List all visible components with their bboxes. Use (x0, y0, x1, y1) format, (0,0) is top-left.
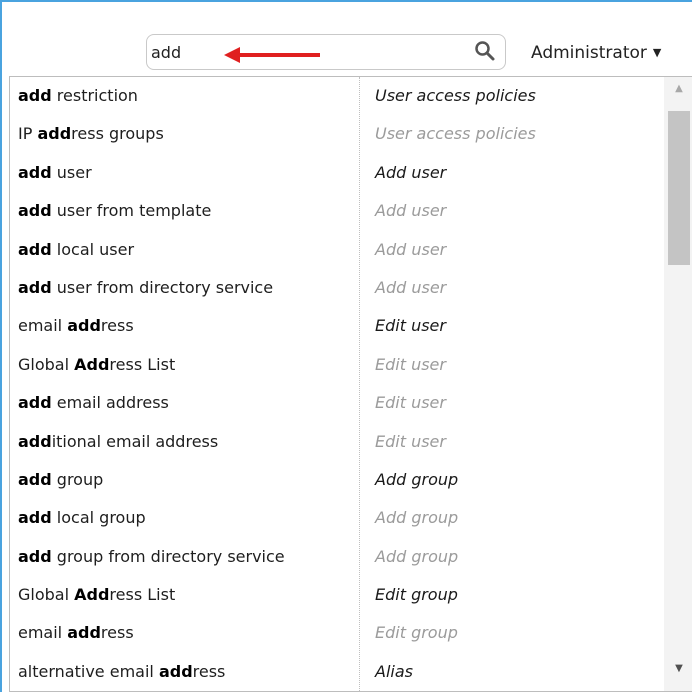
result-category: User access policies (375, 124, 536, 144)
result-category: Add user (375, 239, 447, 259)
match-highlight: add (18, 201, 52, 221)
match-highlight: add (18, 277, 52, 297)
match-highlight: add (37, 124, 72, 144)
search-icon[interactable] (474, 40, 496, 62)
result-category: Add user (375, 201, 447, 221)
result-category: Edit user (375, 354, 446, 374)
term-text: local user (51, 239, 135, 259)
result-category: Alias (375, 661, 413, 681)
term-text: ress (100, 623, 134, 643)
term-text: email (18, 316, 68, 336)
result-row[interactable]: IP address groups User access policies (10, 115, 664, 153)
result-row[interactable]: alternative email address Alias (10, 653, 664, 691)
match-highlight: add (18, 546, 52, 566)
results-list: add restriction User access policies IP ad… (10, 77, 664, 691)
match-highlight: add (18, 469, 52, 489)
result-row[interactable]: add restriction User access policies (10, 77, 664, 115)
result-row[interactable]: add user Add user (10, 154, 664, 192)
search-results-dropdown: add restriction User access policies IP ad… (9, 76, 692, 692)
result-category: User access policies (375, 86, 536, 105)
result-row[interactable]: add local user Add user (10, 231, 664, 269)
term-text: Global (18, 354, 75, 374)
user-menu[interactable]: Administrator ▼ (531, 40, 661, 66)
term-text: ress List (109, 585, 176, 605)
term-text: email (18, 623, 68, 643)
result-category: Add group (375, 508, 459, 528)
term-text: restriction (51, 86, 138, 105)
result-row[interactable]: Global Address List Edit user (10, 346, 664, 384)
match-highlight: Add (74, 585, 110, 605)
result-row[interactable]: add email address Edit user (10, 384, 664, 422)
result-term: add local user (18, 231, 134, 269)
match-highlight: Add (74, 354, 110, 374)
result-term: email address (18, 614, 134, 652)
term-text: user from template (51, 201, 212, 221)
top-bar: Administrator ▼ (0, 0, 692, 72)
result-term: add email address (18, 384, 169, 422)
term-text: ress List (109, 354, 176, 374)
result-row[interactable]: Global Address List Edit group (10, 576, 664, 614)
result-category: Edit user (375, 316, 446, 336)
term-text: user (51, 162, 92, 182)
result-term: Global Address List (18, 576, 175, 614)
result-term: email address (18, 307, 134, 345)
term-text: local group (51, 508, 146, 528)
red-arrow-annotation (224, 47, 320, 63)
scrollbar[interactable]: ▲ ▼ (664, 77, 692, 691)
result-category: Edit user (375, 431, 446, 451)
result-term: Global Address List (18, 346, 175, 384)
term-text: group from directory service (51, 546, 285, 566)
result-row[interactable]: add group from directory service Add grou… (10, 538, 664, 576)
result-term: add restriction (18, 77, 138, 115)
match-highlight: add (18, 162, 52, 182)
result-row[interactable]: add user from template Add user (10, 192, 664, 230)
term-text: alternative email (18, 661, 159, 681)
result-term: add local group (18, 499, 146, 537)
match-highlight: add (158, 661, 193, 681)
result-row[interactable]: add user from directory service Add user (10, 269, 664, 307)
scroll-thumb[interactable] (668, 111, 690, 265)
result-category: Edit user (375, 393, 446, 413)
result-row[interactable]: add group Add group (10, 461, 664, 499)
term-text: IP (18, 124, 38, 144)
term-text: Global (18, 585, 75, 605)
scroll-down-icon[interactable]: ▼ (671, 661, 687, 677)
term-text: ress groups (71, 124, 164, 144)
term-text: ress (100, 316, 134, 336)
result-row[interactable]: email address Edit user (10, 307, 664, 345)
result-category: Edit group (375, 585, 458, 605)
result-term: add group from directory service (18, 538, 285, 576)
result-category: Add user (375, 277, 447, 297)
scroll-up-icon[interactable]: ▲ (671, 81, 687, 97)
match-highlight: add (18, 239, 52, 259)
match-highlight: add (18, 86, 52, 105)
user-menu-label: Administrator (531, 43, 647, 63)
result-term: additional email address (18, 423, 218, 461)
term-text: itional email address (51, 431, 219, 451)
match-highlight: add (67, 316, 101, 336)
result-term: IP address groups (18, 115, 164, 153)
result-term: alternative email address (18, 653, 225, 691)
result-category: Add group (375, 546, 459, 566)
match-highlight: add (18, 508, 52, 528)
term-text: email address (51, 393, 169, 413)
result-row[interactable]: email address Edit group (10, 614, 664, 652)
term-text: user from directory service (51, 277, 274, 297)
result-row[interactable]: add local group Add group (10, 499, 664, 537)
match-highlight: add (18, 393, 52, 413)
search-box[interactable] (146, 34, 506, 70)
result-row[interactable]: additional email address Edit user (10, 423, 664, 461)
result-term: add user from template (18, 192, 211, 230)
term-text: group (51, 469, 104, 489)
match-highlight: add (18, 431, 52, 451)
result-category: Edit group (375, 623, 458, 643)
result-term: add user from directory service (18, 269, 273, 307)
result-term: add group (18, 461, 103, 499)
chevron-down-icon: ▼ (652, 46, 662, 59)
result-term: add user (18, 154, 92, 192)
result-category: Add group (375, 469, 459, 489)
term-text: ress (192, 661, 226, 681)
result-category: Add user (375, 162, 447, 182)
match-highlight: add (67, 623, 101, 643)
